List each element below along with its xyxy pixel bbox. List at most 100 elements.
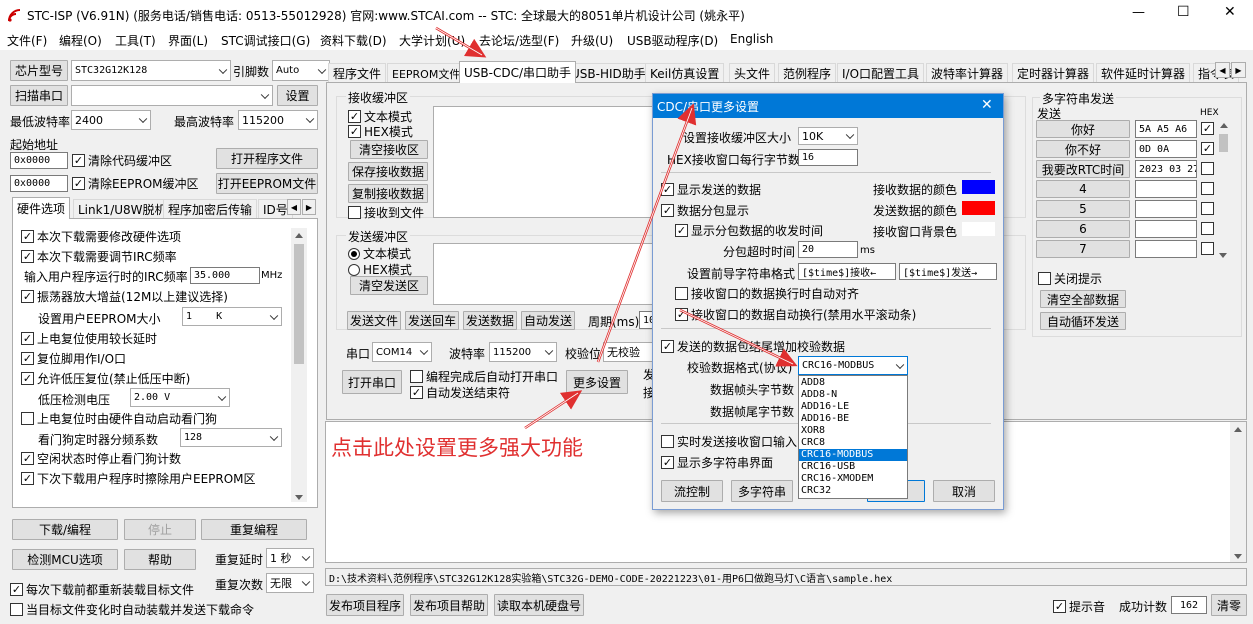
menu-university[interactable]: 大学计划(U) xyxy=(399,32,465,49)
send-textarea[interactable] xyxy=(433,243,655,305)
checkbox[interactable]: ✓ xyxy=(21,372,34,385)
menu-english[interactable]: English xyxy=(730,32,773,46)
multi-hex-checkbox-5[interactable] xyxy=(1201,202,1214,215)
multi-scrollbar[interactable] xyxy=(1217,120,1230,258)
flow-control-button[interactable]: 流控制 xyxy=(661,480,723,502)
tab-left-arrow-icon[interactable]: ◀ xyxy=(1215,62,1230,78)
maximize-button[interactable]: ☐ xyxy=(1177,4,1190,20)
send-file-button[interactable]: 发送文件 xyxy=(347,311,401,330)
auto-align-checkbox[interactable]: 接收窗口的数据换行时自动对齐 xyxy=(675,285,859,302)
options-scrollbar[interactable] xyxy=(291,228,307,502)
open-port-button[interactable]: 打开串口 xyxy=(342,370,402,394)
multi-value-4[interactable] xyxy=(1135,180,1197,198)
list-item[interactable]: CRC8 xyxy=(799,437,907,449)
checkbox[interactable]: ✓ xyxy=(348,125,361,138)
clear-eeprom-checkbox[interactable]: ✓ 清除EEPROM缓冲区 xyxy=(72,175,199,192)
save-recv-button[interactable]: 保存接收数据 xyxy=(348,162,428,181)
tab-program-file[interactable]: 程序文件 xyxy=(328,63,387,83)
menu-tools[interactable]: 工具(T) xyxy=(115,32,156,49)
eeprom-address-input[interactable]: 0x0000 xyxy=(10,175,68,192)
radio[interactable] xyxy=(348,263,360,276)
checkbox[interactable]: ✓ xyxy=(661,204,674,217)
checkbox[interactable]: ✓ xyxy=(21,472,34,485)
opt-lvd-reset[interactable]: ✓ 允许低压复位(禁止低压中断) xyxy=(21,370,190,387)
checkbox[interactable] xyxy=(410,370,423,383)
multi-value-3[interactable]: 2023 03 27 xyxy=(1135,160,1197,178)
send-text-mode[interactable]: 文本模式 xyxy=(348,245,411,262)
irc-freq-input[interactable]: 35.000 xyxy=(190,267,260,284)
recv-bg-swatch[interactable] xyxy=(962,222,995,236)
checkbox[interactable]: ✓ xyxy=(410,386,423,399)
help-button[interactable]: 帮助 xyxy=(124,549,196,570)
lvd-voltage-select[interactable]: 2.00 V xyxy=(130,388,230,407)
opt-long-delay[interactable]: ✓ 上电复位使用较长延时 xyxy=(21,330,157,347)
list-item[interactable]: XOR8 xyxy=(799,425,907,437)
clear-code-checkbox[interactable]: ✓ 清除代码缓冲区 xyxy=(72,152,172,169)
multi-send-button-2[interactable]: 你不好 xyxy=(1036,140,1130,158)
multi-send-button-1[interactable]: 你好 xyxy=(1036,120,1130,138)
show-time-checkbox[interactable]: ✓ 显示分包数据的收发时间 xyxy=(675,222,823,239)
tab-left-arrow-icon[interactable]: ◀ xyxy=(287,199,301,215)
copy-recv-button[interactable]: 复制接收数据 xyxy=(348,184,428,203)
scroll-thumb[interactable] xyxy=(294,244,304,364)
checkbox[interactable] xyxy=(675,287,688,300)
checkbox[interactable]: ✓ xyxy=(661,456,674,469)
send-data-button[interactable]: 发送数据 xyxy=(463,311,517,330)
menu-download[interactable]: 资料下载(D) xyxy=(320,32,387,49)
dialog-close-icon[interactable]: ✕ xyxy=(981,97,993,113)
publish-help-button[interactable]: 发布项目帮助 xyxy=(410,594,488,616)
clear-send-button[interactable]: 清空发送区 xyxy=(350,276,428,295)
checkbox[interactable] xyxy=(661,435,674,448)
radio[interactable] xyxy=(348,247,360,260)
scroll-down-icon[interactable] xyxy=(1219,253,1227,258)
checkbox[interactable] xyxy=(1038,272,1051,285)
multi-send-button-3[interactable]: 我要改RTC时间 xyxy=(1036,160,1130,178)
scroll-down-icon[interactable] xyxy=(1234,554,1242,559)
hex-bytes-input[interactable]: 16 xyxy=(798,149,858,166)
recv-buffer-size-select[interactable]: 10K xyxy=(798,127,858,145)
checkbox[interactable]: ✓ xyxy=(21,230,34,243)
output-scrollbar[interactable] xyxy=(1230,422,1246,562)
beep-checkbox[interactable]: ✓ 提示音 xyxy=(1053,598,1105,615)
auto-send-checkbox[interactable]: 当目标文件变化时自动装载并发送下载命令 xyxy=(10,601,254,618)
opt-watchdog-auto[interactable]: 上电复位时由硬件自动启动看门狗 xyxy=(21,410,217,427)
checkbox[interactable]: ✓ xyxy=(1053,600,1066,613)
wdt-prescaler-select[interactable]: 128 xyxy=(180,428,282,447)
multi-send-button-7[interactable]: 7 xyxy=(1036,240,1130,258)
tab-usb-cdc[interactable]: USB-CDC/串口助手 xyxy=(459,61,577,83)
multi-hex-checkbox-7[interactable] xyxy=(1201,242,1214,255)
scroll-up-icon[interactable] xyxy=(291,228,307,242)
opt-erase-eeprom[interactable]: ✓ 下次下载用户程序时擦除用户EEPROM区 xyxy=(21,470,256,487)
list-item[interactable]: ADD16-LE xyxy=(799,401,907,413)
recv-hex-mode[interactable]: ✓ HEX模式 xyxy=(348,123,413,140)
repeat-count-select[interactable]: 无限 xyxy=(266,573,314,593)
list-item-selected[interactable]: CRC16-MODBUS xyxy=(799,449,907,461)
send-return-button[interactable]: 发送回车 xyxy=(405,311,459,330)
checkbox[interactable]: ✓ xyxy=(21,250,34,263)
checkbox[interactable]: ✓ xyxy=(72,177,85,190)
tab-usb-hid[interactable]: USB-HID助手 xyxy=(566,63,651,83)
open-program-file-button[interactable]: 打开程序文件 xyxy=(216,148,318,169)
tab-eeprom-file[interactable]: EEPROM文件 xyxy=(387,63,466,83)
multi-value-5[interactable] xyxy=(1135,200,1197,218)
show-multi-checkbox[interactable]: ✓ 显示多字符串界面 xyxy=(661,454,773,471)
min-baud-select[interactable]: 2400 xyxy=(71,110,151,130)
tab-io-config[interactable]: I/O口配置工具 xyxy=(837,63,925,83)
clear-all-button[interactable]: 清空全部数据 xyxy=(1040,290,1126,308)
checkbox[interactable]: ✓ xyxy=(661,183,674,196)
checkbox[interactable] xyxy=(348,206,361,219)
list-item[interactable]: ADD8-N xyxy=(799,389,907,401)
add-check-checkbox[interactable]: ✓ 发送的数据包结尾增加校验数据 xyxy=(661,338,845,355)
checkbox[interactable]: ✓ xyxy=(675,308,688,321)
code-address-input[interactable]: 0x0000 xyxy=(10,152,68,169)
scroll-down-icon[interactable] xyxy=(295,495,303,500)
list-item[interactable]: CRC16-USB xyxy=(799,461,907,473)
tab-hardware-options[interactable]: 硬件选项 xyxy=(12,197,71,219)
scan-port-button[interactable]: 扫描串口 xyxy=(10,85,68,106)
download-program-button[interactable]: 下载/编程 xyxy=(12,519,118,540)
list-item[interactable]: CRC32 xyxy=(799,485,907,497)
multi-hex-checkbox-1[interactable]: ✓ xyxy=(1201,122,1214,135)
checkbox[interactable]: ✓ xyxy=(21,332,34,345)
auto-send-end-checkbox[interactable]: ✓ 自动发送结束符 xyxy=(410,384,510,401)
scroll-up-icon[interactable] xyxy=(1230,422,1246,436)
